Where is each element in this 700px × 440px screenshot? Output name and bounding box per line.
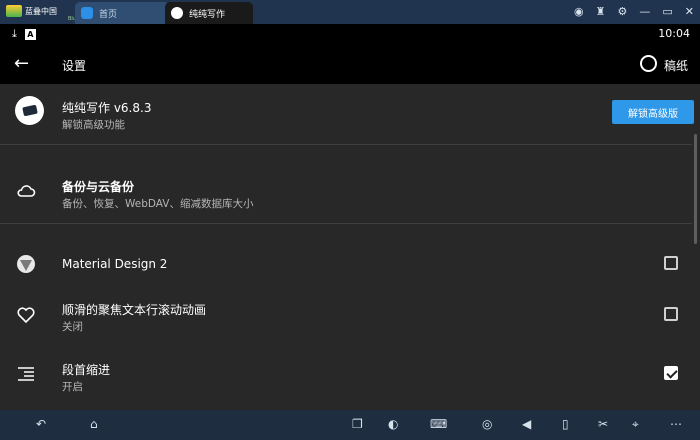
scissors-icon[interactable]: ✂ — [598, 417, 608, 431]
scrollbar[interactable] — [694, 134, 697, 244]
backup-row[interactable]: 备份与云备份 备份、恢复、WebDAV、缩减数据库大小 — [0, 145, 700, 223]
smooth-scroll-title: 顺滑的聚焦文本行滚动动画 — [62, 303, 207, 317]
clock: 10:04 — [658, 27, 690, 40]
material-title: Material Design 2 — [62, 257, 168, 271]
window-controls: ◉ ♜ ⚙ — ▭ ✕ — [574, 5, 694, 18]
material-icon — [17, 255, 35, 273]
material-design-row[interactable]: Material Design 2 — [0, 242, 700, 286]
volume-icon[interactable]: ◀ — [522, 417, 531, 431]
multi-window-icon[interactable]: ❐ — [352, 417, 363, 431]
pro-subtitle: 解锁高级功能 — [62, 119, 125, 131]
tab-home-label: 首页 — [99, 9, 118, 20]
app-bar: ← 设置 稿纸 — [0, 44, 700, 84]
material-design-checkbox[interactable] — [664, 256, 678, 270]
a-notification-icon: A — [24, 28, 36, 40]
indent-title: 段首缩进 — [62, 363, 111, 377]
pro-row[interactable]: 纯纯写作 v6.8.3 解锁高级功能 解锁高级版 — [0, 84, 700, 144]
smooth-scroll-checkbox[interactable] — [664, 307, 678, 321]
indent-checkbox[interactable] — [664, 366, 678, 380]
app-avatar-icon — [15, 96, 44, 125]
maximize-icon[interactable]: ▭ — [662, 5, 672, 18]
shirt-icon[interactable]: ♜ — [596, 5, 606, 18]
smooth-scroll-subtitle: 关闭 — [62, 321, 83, 333]
brand-name: 蓝叠中国 — [25, 6, 57, 16]
app-tab-icon — [171, 7, 183, 19]
heart-icon — [17, 307, 35, 324]
tab-app[interactable]: 纯纯写作 — [165, 2, 253, 24]
back-nav-icon[interactable]: ↶ — [36, 417, 46, 431]
tab-home[interactable]: 首页 — [75, 2, 170, 24]
smooth-scroll-row[interactable]: 顺滑的聚焦文本行滚动动画 关闭 — [0, 289, 700, 341]
format-indent-icon — [18, 367, 34, 381]
keyboard-icon[interactable]: ⌨ — [430, 417, 447, 431]
emulator-title-bar: 蓝叠中国 BlueStacks 首页 纯纯写作 ◉ ♜ ⚙ — ▭ ✕ — [0, 0, 700, 24]
divider — [0, 223, 692, 224]
minimize-icon[interactable]: — — [639, 5, 650, 18]
palette-icon[interactable] — [640, 55, 657, 72]
more-icon[interactable]: ⋯ — [670, 417, 682, 431]
indent-row[interactable]: 段首缩进 开启 — [0, 350, 700, 402]
status-bar: ⤓ A 10:04 — [0, 24, 700, 44]
backup-title: 备份与云备份 — [62, 180, 135, 194]
phone-icon[interactable]: ▯ — [562, 417, 569, 431]
emulator-nav-bar: ↶ ⌂ ❐ ◐ ⌨ ◎ ◀ ▯ ✂ ⌖ ⋯ — [0, 410, 700, 440]
eye-icon[interactable]: ◎ — [482, 417, 492, 431]
tab-app-label: 纯纯写作 — [189, 9, 226, 20]
unlock-pro-button[interactable]: 解锁高级版 — [612, 100, 694, 124]
page-title: 设置 — [62, 59, 87, 73]
account-icon[interactable]: ◉ — [574, 5, 584, 18]
pro-title: 纯纯写作 v6.8.3 — [62, 101, 152, 115]
backup-subtitle: 备份、恢复、WebDAV、缩减数据库大小 — [62, 198, 254, 210]
cloud-icon — [17, 185, 36, 197]
home-nav-icon[interactable]: ⌂ — [90, 417, 98, 431]
settings-list: 纯纯写作 v6.8.3 解锁高级功能 解锁高级版 备份与云备份 备份、恢复、We… — [0, 84, 700, 410]
bluestacks-logo: 蓝叠中国 BlueStacks — [6, 5, 96, 22]
home-tab-icon — [81, 7, 93, 19]
location-icon[interactable]: ⌖ — [632, 417, 639, 432]
download-icon: ⤓ — [12, 27, 17, 40]
theme-label[interactable]: 稿纸 — [664, 57, 688, 74]
bluestacks-logo-icon — [6, 5, 22, 17]
settings-icon[interactable]: ⚙ — [618, 5, 628, 18]
toggle-icon[interactable]: ◐ — [388, 417, 398, 431]
close-icon[interactable]: ✕ — [685, 5, 694, 18]
back-arrow-icon[interactable]: ← — [14, 53, 29, 74]
indent-subtitle: 开启 — [62, 381, 83, 393]
